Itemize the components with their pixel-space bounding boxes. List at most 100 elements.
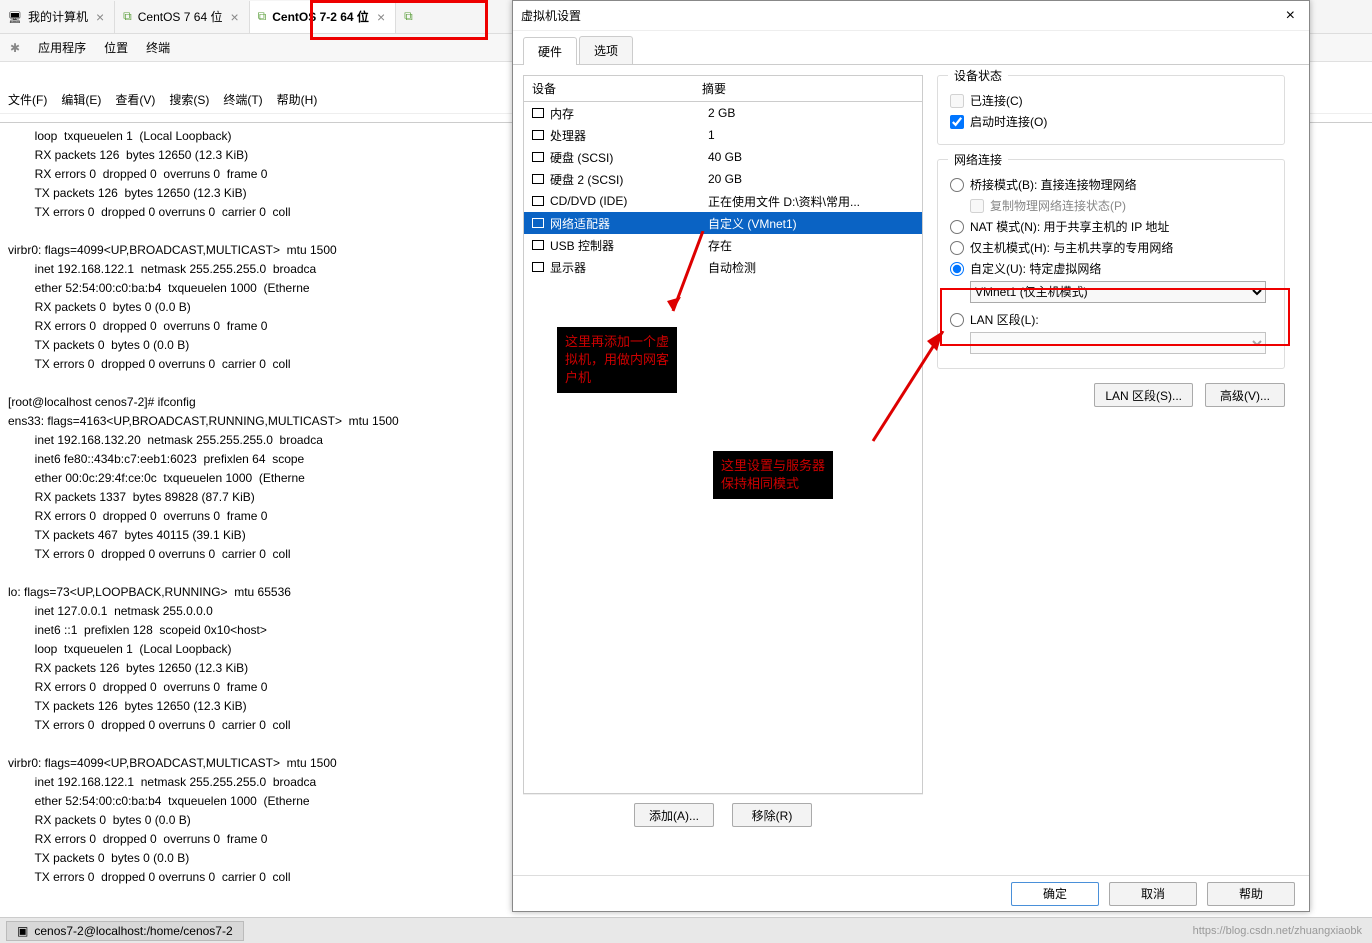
checkbox-connected[interactable]: 已连接(C) bbox=[950, 92, 1272, 109]
network-extra-buttons: LAN 区段(S)... 高级(V)... bbox=[937, 383, 1285, 407]
menu-places[interactable]: 位置 bbox=[104, 39, 128, 56]
device-summary: 自定义 (VMnet1) bbox=[708, 215, 916, 232]
tab-my-computer[interactable]: 我的计算机 × bbox=[0, 1, 115, 33]
device-row[interactable]: 硬盘 (SCSI)40 GB bbox=[524, 146, 922, 168]
device-row[interactable]: 处理器1 bbox=[524, 124, 922, 146]
hdd-icon bbox=[530, 150, 546, 164]
lan-segment-select bbox=[970, 332, 1266, 354]
lan-segments-button[interactable]: LAN 区段(S)... bbox=[1094, 383, 1193, 407]
device-state-group: 设备状态 已连接(C) 启动时连接(O) bbox=[937, 75, 1285, 145]
device-buttons: 添加(A)... 移除(R) bbox=[523, 794, 923, 835]
device-summary: 40 GB bbox=[708, 150, 916, 164]
device-row[interactable]: 内存2 GB bbox=[524, 102, 922, 124]
tab-label: CentOS 7 64 位 bbox=[138, 8, 223, 25]
menu-search[interactable]: 搜索(S) bbox=[169, 91, 209, 108]
close-icon[interactable]: × bbox=[94, 9, 106, 25]
add-device-button[interactable]: 添加(A)... bbox=[634, 803, 714, 827]
menu-help[interactable]: 帮助(H) bbox=[277, 91, 318, 108]
disp-icon bbox=[530, 260, 546, 274]
device-row[interactable]: 显示器自动检测 bbox=[524, 256, 922, 278]
usb-icon bbox=[530, 238, 546, 252]
terminal-text: loop txqueuelen 1 (Local Loopback) RX pa… bbox=[8, 129, 399, 884]
gnome-taskbar: ▣ cenos7-2@localhost:/home/cenos7-2 bbox=[0, 917, 1372, 943]
device-list-header: 设备 摘要 bbox=[524, 76, 922, 102]
device-summary: 20 GB bbox=[708, 172, 916, 186]
advanced-button[interactable]: 高级(V)... bbox=[1205, 383, 1285, 407]
device-name: 网络适配器 bbox=[550, 215, 708, 232]
col-device: 设备 bbox=[524, 76, 694, 101]
menu-terminal[interactable]: 终端 bbox=[146, 39, 170, 56]
device-summary: 1 bbox=[708, 128, 916, 142]
menu-applications[interactable]: 应用程序 bbox=[38, 39, 86, 56]
help-button[interactable]: 帮助 bbox=[1207, 882, 1295, 906]
custom-vmnet-select[interactable]: VMnet1 (仅主机模式) bbox=[970, 281, 1266, 303]
device-summary: 自动检测 bbox=[708, 259, 916, 276]
tab-centos7[interactable]: ⧉ CentOS 7 64 位 × bbox=[115, 1, 249, 33]
cd-icon bbox=[530, 194, 546, 208]
radio-bridged[interactable]: 桥接模式(B): 直接连接物理网络 bbox=[950, 176, 1272, 193]
radio-nat[interactable]: NAT 模式(N): 用于共享主机的 IP 地址 bbox=[950, 218, 1272, 235]
col-summary: 摘要 bbox=[694, 76, 922, 101]
menu-edit[interactable]: 编辑(E) bbox=[61, 91, 101, 108]
annotation-2: 这里设置与服务器 保持相同模式 bbox=[713, 451, 833, 499]
mem-icon bbox=[530, 106, 546, 120]
taskbar-item-terminal[interactable]: ▣ cenos7-2@localhost:/home/cenos7-2 bbox=[6, 921, 244, 941]
net-icon bbox=[530, 216, 546, 230]
device-name: 硬盘 (SCSI) bbox=[550, 149, 708, 166]
device-name: 处理器 bbox=[550, 127, 708, 144]
checkbox-connect-at-power[interactable]: 启动时连接(O) bbox=[950, 113, 1272, 130]
device-name: USB 控制器 bbox=[550, 237, 708, 254]
device-name: 内存 bbox=[550, 105, 708, 122]
hdd-icon bbox=[530, 172, 546, 186]
device-name: CD/DVD (IDE) bbox=[550, 194, 708, 208]
network-connection-group: 网络连接 桥接模式(B): 直接连接物理网络 复制物理网络连接状态(P) NAT… bbox=[937, 159, 1285, 369]
tab-label: 我的计算机 bbox=[28, 8, 88, 25]
radio-lan-segment[interactable]: LAN 区段(L): bbox=[950, 311, 1272, 328]
device-row[interactable]: 网络适配器自定义 (VMnet1) bbox=[524, 212, 922, 234]
dialog-tabs: 硬件 选项 bbox=[513, 35, 1309, 65]
taskbar-item-label: cenos7-2@localhost:/home/cenos7-2 bbox=[34, 924, 232, 938]
group-title: 设备状态 bbox=[948, 67, 1008, 84]
device-row[interactable]: CD/DVD (IDE)正在使用文件 D:\资料\常用... bbox=[524, 190, 922, 212]
checkbox-replicate: 复制物理网络连接状态(P) bbox=[970, 197, 1272, 214]
tab-label: CentOS 7-2 64 位 bbox=[272, 8, 369, 25]
dialog-titlebar: 虚拟机设置 × bbox=[513, 1, 1309, 31]
tab-centos7-2[interactable]: ⧉ CentOS 7-2 64 位 × bbox=[250, 1, 396, 33]
menu-terminal[interactable]: 终端(T) bbox=[223, 91, 262, 108]
tab-options[interactable]: 选项 bbox=[579, 36, 633, 64]
group-title: 网络连接 bbox=[948, 151, 1008, 168]
annotation-1: 这里再添加一个虚 拟机，用做内网客 户机 bbox=[557, 327, 677, 393]
ok-button[interactable]: 确定 bbox=[1011, 882, 1099, 906]
cpu-icon bbox=[530, 128, 546, 142]
vm-icon: ⧉ bbox=[123, 9, 132, 24]
vm-icon: ⧉ bbox=[258, 9, 267, 24]
dialog-footer: 确定 取消 帮助 bbox=[513, 875, 1309, 911]
cancel-button[interactable]: 取消 bbox=[1109, 882, 1197, 906]
vm-settings-dialog: 虚拟机设置 × 硬件 选项 设备 摘要 内存2 GB处理器1硬盘 (SCSI)4… bbox=[512, 0, 1310, 912]
close-icon[interactable]: × bbox=[375, 9, 387, 25]
device-row[interactable]: USB 控制器存在 bbox=[524, 234, 922, 256]
tab-extra[interactable]: ⧉ bbox=[396, 1, 421, 33]
watermark: https://blog.csdn.net/zhuangxiaobk bbox=[1193, 925, 1362, 937]
dialog-title: 虚拟机设置 bbox=[521, 7, 581, 24]
device-list-pane: 设备 摘要 内存2 GB处理器1硬盘 (SCSI)40 GB硬盘 2 (SCSI… bbox=[523, 75, 923, 794]
device-detail-pane: 设备状态 已连接(C) 启动时连接(O) 网络连接 桥接模式(B): 直接连接物… bbox=[923, 75, 1299, 835]
tab-hardware[interactable]: 硬件 bbox=[523, 37, 577, 65]
remove-device-button[interactable]: 移除(R) bbox=[732, 803, 812, 827]
device-name: 显示器 bbox=[550, 259, 708, 276]
device-summary: 2 GB bbox=[708, 106, 916, 120]
device-name: 硬盘 2 (SCSI) bbox=[550, 171, 708, 188]
device-list[interactable]: 内存2 GB处理器1硬盘 (SCSI)40 GB硬盘 2 (SCSI)20 GB… bbox=[524, 102, 922, 793]
computer-icon bbox=[8, 10, 22, 24]
radio-custom[interactable]: 自定义(U): 特定虚拟网络 bbox=[950, 260, 1272, 277]
device-summary: 正在使用文件 D:\资料\常用... bbox=[708, 193, 916, 210]
device-summary: 存在 bbox=[708, 237, 916, 254]
close-icon[interactable]: × bbox=[228, 9, 240, 25]
terminal-icon: ▣ bbox=[17, 924, 28, 938]
menu-view[interactable]: 查看(V) bbox=[115, 91, 155, 108]
vm-icon: ⧉ bbox=[404, 9, 413, 24]
menu-file[interactable]: 文件(F) bbox=[8, 91, 47, 108]
radio-hostonly[interactable]: 仅主机模式(H): 与主机共享的专用网络 bbox=[950, 239, 1272, 256]
close-icon[interactable]: × bbox=[1280, 7, 1301, 25]
device-row[interactable]: 硬盘 2 (SCSI)20 GB bbox=[524, 168, 922, 190]
